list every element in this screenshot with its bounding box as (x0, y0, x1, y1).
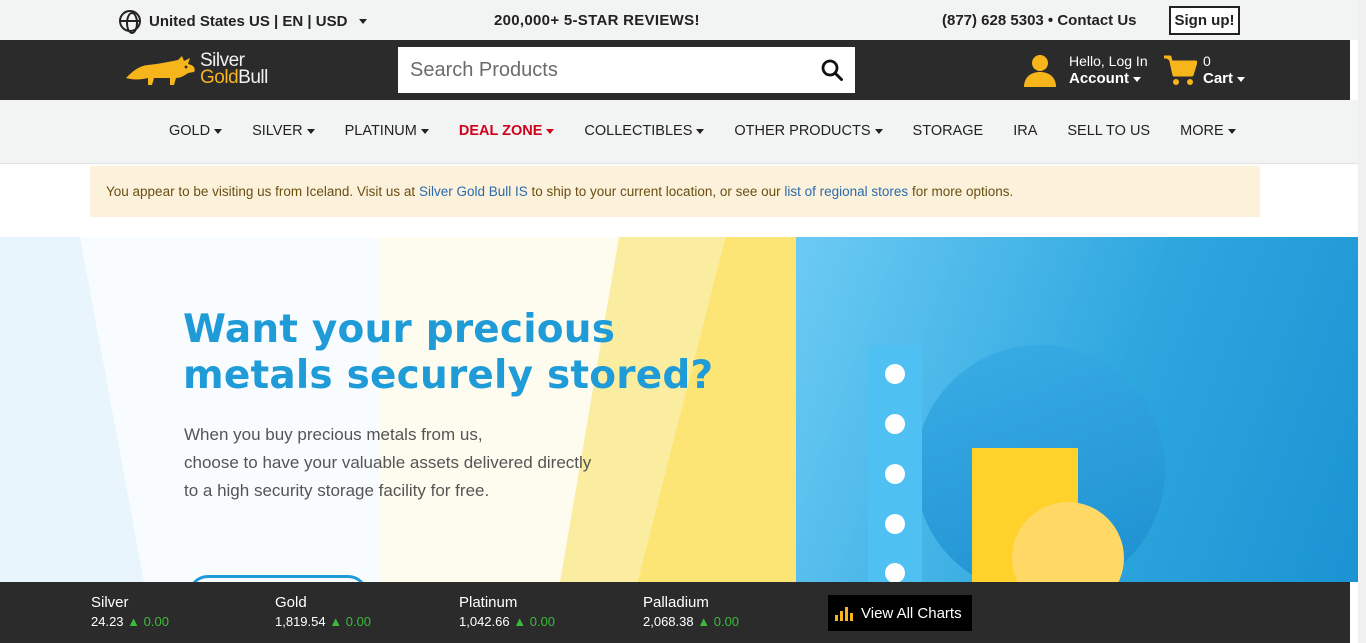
hero-bolt-dot (885, 364, 905, 384)
search-bar (398, 47, 855, 93)
account-greeting: Hello, Log In (1069, 53, 1148, 69)
bull-logo-icon (126, 56, 195, 85)
account-menu[interactable]: Hello, Log In Account (1023, 52, 1148, 88)
main-nav: GOLD SILVER PLATINUM DEAL ZONE COLLECTIB… (0, 100, 1358, 164)
nav-item-sell-to-us[interactable]: SELL TO US (1067, 123, 1150, 139)
cart-count: 0 (1203, 53, 1211, 69)
search-input[interactable] (398, 48, 798, 92)
ticker-platinum[interactable]: Platinum 1,042.66 ▲ 0.00 (459, 594, 555, 629)
locale-selector[interactable]: United States US | EN | USD (119, 10, 368, 34)
chevron-down-icon (1227, 128, 1236, 134)
nav-item-storage[interactable]: STORAGE (913, 123, 984, 139)
up-arrow-icon: ▲ (513, 614, 527, 629)
regional-site-link[interactable]: Silver Gold Bull IS (419, 184, 528, 199)
ticker-palladium[interactable]: Palladium 2,068.38 ▲ 0.00 (643, 594, 739, 629)
page: United States US | EN | USD 200,000+ 5-S… (0, 0, 1366, 643)
regional-stores-link[interactable]: list of regional stores (784, 184, 908, 199)
chevron-down-icon (1237, 76, 1246, 82)
search-icon[interactable] (821, 59, 843, 81)
view-all-charts-button[interactable]: View All Charts (828, 595, 972, 631)
hero-bg-band (80, 237, 400, 582)
hero-bolt-dot (885, 414, 905, 434)
nav-list: GOLD SILVER PLATINUM DEAL ZONE COLLECTIB… (169, 123, 1266, 139)
up-arrow-icon: ▲ (127, 614, 141, 629)
ticker-silver[interactable]: Silver 24.23 ▲ 0.00 (91, 594, 169, 629)
cart-label: Cart (1203, 70, 1246, 88)
ticker-gold[interactable]: Gold 1,819.54 ▲ 0.00 (275, 594, 371, 629)
contact-link[interactable]: (877) 628 5303 • Contact Us (942, 12, 1137, 29)
hero-bolt-dot (885, 464, 905, 484)
chevron-down-icon (359, 18, 368, 24)
cart-icon (1164, 55, 1197, 85)
nav-item-platinum[interactable]: PLATINUM (345, 123, 429, 139)
bar-chart-icon (835, 606, 853, 621)
up-arrow-icon: ▲ (697, 614, 711, 629)
nav-item-silver[interactable]: SILVER (252, 123, 315, 139)
reviews-banner[interactable]: 200,000+ 5-STAR REVIEWS! (494, 12, 700, 29)
hero-bolt-dot (885, 514, 905, 534)
up-arrow-icon: ▲ (329, 614, 343, 629)
account-label: Account (1069, 70, 1148, 88)
chevron-down-icon (1133, 76, 1141, 82)
user-icon (1024, 55, 1056, 87)
chevron-down-icon (696, 128, 705, 134)
logo-text-bull: Bull (238, 67, 268, 88)
signup-button[interactable]: Sign up! (1169, 6, 1240, 35)
nav-item-ira[interactable]: IRA (1013, 123, 1037, 139)
hero-body: When you buy precious metals from us, cho… (184, 425, 592, 500)
hero-bolt-dot (885, 563, 905, 582)
logo-text-gold: GoldBull (200, 67, 268, 88)
nav-item-collectibles[interactable]: COLLECTIBLES (584, 123, 705, 139)
globe-icon (119, 10, 141, 34)
cart-menu[interactable]: 0 Cart (1163, 52, 1246, 88)
site-logo[interactable]: Silver GoldBull (124, 50, 289, 88)
nav-item-gold[interactable]: GOLD (169, 123, 223, 139)
locale-label: United States US | EN | USD (149, 12, 348, 30)
nav-item-more[interactable]: MORE (1180, 123, 1236, 139)
chevron-down-icon (420, 128, 429, 134)
price-ticker: Silver 24.23 ▲ 0.00 Gold 1,819.54 ▲ 0.00… (0, 582, 1350, 643)
region-alert: You appear to be visiting us from Icelan… (90, 166, 1260, 217)
chevron-down-icon (214, 128, 223, 134)
hero-banner[interactable]: Want your precious metals securely stored… (0, 237, 1358, 582)
hero-headline: Want your precious metals securely stored… (183, 307, 714, 398)
hero-cta-button[interactable] (188, 575, 368, 582)
nav-item-other-products[interactable]: OTHER PRODUCTS (734, 123, 883, 139)
chevron-down-icon (546, 128, 555, 134)
nav-item-deal-zone[interactable]: DEAL ZONE (459, 123, 555, 139)
utility-bar: United States US | EN | USD 200,000+ 5-S… (0, 0, 1358, 40)
site-header: Silver GoldBull Hello, Log In Account (0, 40, 1350, 100)
chevron-down-icon (306, 128, 315, 134)
page-scrollbar[interactable] (1358, 0, 1366, 643)
chevron-down-icon (874, 128, 883, 134)
